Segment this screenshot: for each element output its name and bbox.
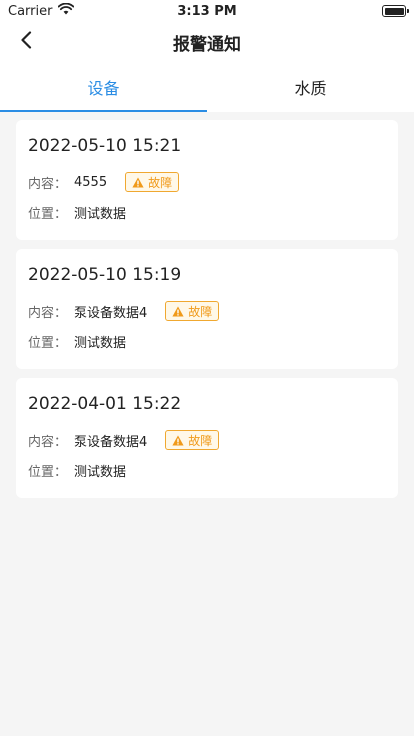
warning-icon bbox=[172, 435, 184, 446]
fault-badge: 故障 bbox=[165, 430, 220, 450]
top-area: Carrier 3:13 PM 报警通知 设备 水质 bbox=[0, 0, 414, 112]
tab-device[interactable]: 设备 bbox=[0, 62, 207, 112]
alarm-card[interactable]: 2022-04-01 15:22 内容： 泵设备数据4 故障 位置： 测试数据 bbox=[16, 378, 398, 498]
content-value: 泵设备数据4 bbox=[74, 305, 148, 321]
alarm-time: 2022-04-01 15:22 bbox=[28, 394, 182, 414]
location-row: 位置： 测试数据 bbox=[28, 201, 386, 223]
battery-level bbox=[384, 7, 404, 15]
location-label: 位置： bbox=[28, 335, 68, 351]
carrier-label: Carrier bbox=[8, 3, 53, 19]
content-row: 内容： 4555 故障 bbox=[28, 171, 386, 193]
back-button[interactable] bbox=[12, 26, 40, 58]
content-value: 4555 bbox=[74, 174, 108, 190]
location-label: 位置： bbox=[28, 206, 68, 222]
status-bar: Carrier 3:13 PM bbox=[0, 0, 414, 22]
fault-badge-label: 故障 bbox=[188, 433, 213, 448]
alarm-card[interactable]: 2022-05-10 15:21 内容： 4555 故障 位置： 测试数据 bbox=[16, 120, 398, 240]
location-row: 位置： 测试数据 bbox=[28, 330, 386, 352]
warning-icon bbox=[172, 306, 184, 317]
location-value: 测试数据 bbox=[74, 335, 127, 351]
fault-badge: 故障 bbox=[165, 301, 220, 321]
battery-icon bbox=[382, 5, 409, 17]
tab-bar: 设备 水质 bbox=[0, 62, 414, 112]
alarm-time: 2022-05-10 15:19 bbox=[28, 265, 182, 285]
nav-bar: 报警通知 bbox=[0, 22, 414, 62]
content-label: 内容： bbox=[28, 434, 68, 450]
page-title: 报警通知 bbox=[173, 34, 241, 55]
tab-water-quality[interactable]: 水质 bbox=[207, 62, 414, 112]
status-left: Carrier bbox=[8, 2, 75, 19]
alarm-card[interactable]: 2022-05-10 15:19 内容： 泵设备数据4 故障 位置： 测试数据 bbox=[16, 249, 398, 369]
warning-icon bbox=[132, 177, 144, 188]
content-value: 泵设备数据4 bbox=[74, 434, 148, 450]
location-row: 位置： 测试数据 bbox=[28, 459, 386, 481]
content-row: 内容： 泵设备数据4 故障 bbox=[28, 429, 386, 451]
fault-badge: 故障 bbox=[125, 172, 180, 192]
alarm-time: 2022-05-10 15:21 bbox=[28, 136, 182, 156]
content-label: 内容： bbox=[28, 176, 68, 192]
chevron-left-icon bbox=[20, 31, 32, 53]
location-value: 测试数据 bbox=[74, 206, 127, 222]
location-value: 测试数据 bbox=[74, 464, 127, 480]
alarm-list: 2022-05-10 15:21 内容： 4555 故障 位置： 测试数据 20… bbox=[0, 112, 414, 498]
content-label: 内容： bbox=[28, 305, 68, 321]
wifi-icon bbox=[58, 2, 75, 19]
fault-badge-label: 故障 bbox=[188, 304, 213, 319]
content-row: 内容： 泵设备数据4 故障 bbox=[28, 300, 386, 322]
fault-badge-label: 故障 bbox=[148, 175, 173, 190]
location-label: 位置： bbox=[28, 464, 68, 480]
